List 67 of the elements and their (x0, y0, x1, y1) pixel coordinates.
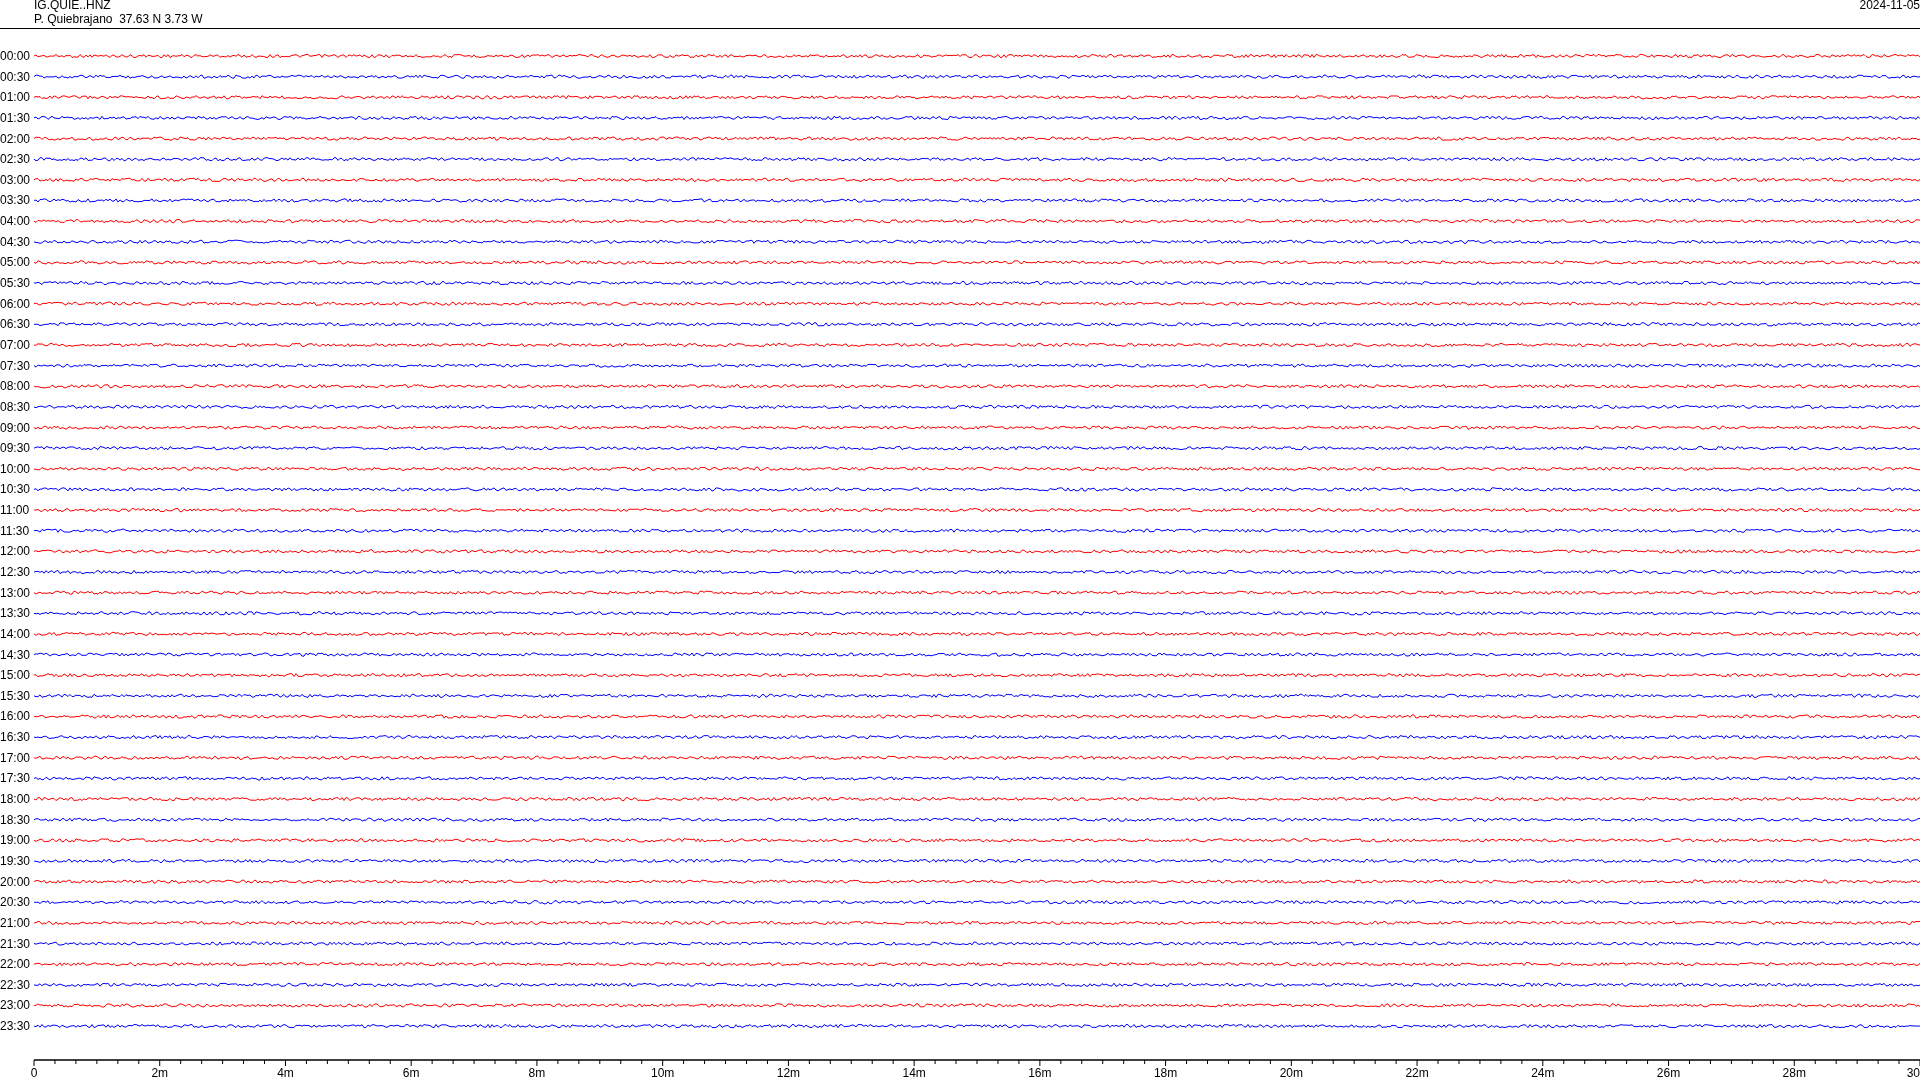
time-label: 10:30 (0, 482, 31, 497)
time-label: 19:00 (0, 833, 31, 848)
axis-label: 6m (402, 1066, 420, 1079)
time-label: 05:00 (0, 255, 31, 270)
time-label: 01:30 (0, 110, 31, 125)
time-label: 19:30 (0, 853, 31, 868)
time-label: 11:30 (0, 523, 30, 538)
time-label: 13:30 (0, 606, 31, 621)
time-label: 17:30 (0, 771, 31, 786)
time-label: 18:30 (0, 812, 31, 827)
time-label: 08:00 (0, 379, 31, 394)
time-label: 06:30 (0, 317, 31, 332)
axis-label: 12m (776, 1066, 801, 1079)
time-label: 21:30 (0, 936, 31, 951)
time-label: 05:30 (0, 276, 31, 291)
time-label: 22:00 (0, 957, 31, 972)
time-label: 21:00 (0, 915, 31, 930)
time-label: 01:00 (0, 90, 31, 105)
time-label: 03:30 (0, 193, 31, 208)
time-label: 15:00 (0, 668, 31, 683)
time-label: 06:00 (0, 296, 31, 311)
time-label: 09:30 (0, 441, 31, 456)
time-label: 20:00 (0, 874, 31, 889)
time-label: 22:30 (0, 977, 31, 992)
axis-label: 22m (1405, 1066, 1429, 1079)
axis-label: 8m (528, 1066, 546, 1079)
time-label: 07:00 (0, 337, 31, 352)
axis-label: 24m (1531, 1066, 1555, 1079)
station-location: P. Quiebrajano 37.63 N 3.73 W (34, 12, 203, 26)
axis-label: 2m (151, 1066, 169, 1079)
time-label: 11:00 (0, 503, 30, 518)
time-label: 23:30 (0, 1019, 31, 1034)
time-label: 14:00 (0, 626, 31, 641)
axis-label: 30 (1906, 1066, 1920, 1079)
axis-label: 26m (1656, 1066, 1681, 1079)
time-label: 07:30 (0, 358, 31, 373)
time-label: 23:00 (0, 998, 31, 1013)
time-label: 00:30 (0, 69, 31, 84)
time-label: 16:30 (0, 730, 31, 745)
time-label: 17:00 (0, 750, 31, 765)
time-label: 12:30 (0, 565, 31, 579)
axis-label: 16m (1028, 1066, 1052, 1079)
axis-label: 18m (1153, 1066, 1178, 1079)
time-label: 04:00 (0, 214, 31, 229)
axis-label: 10m (651, 1066, 675, 1079)
axis-label: 28m (1782, 1066, 1806, 1079)
time-label: 02:30 (0, 152, 31, 167)
time-label: 10:00 (0, 461, 31, 476)
date-label: 2024-11-05 (1859, 0, 1920, 14)
time-label: 16:00 (0, 709, 31, 724)
time-label: 14:30 (0, 647, 31, 662)
time-label: 12:00 (0, 544, 31, 559)
axis-label: 14m (902, 1066, 926, 1079)
axis-label: 4m (277, 1066, 294, 1079)
time-label: 04:30 (0, 234, 31, 249)
time-label: 15:30 (0, 688, 31, 703)
axis-label: 0 (30, 1066, 38, 1079)
time-label: 08:30 (0, 399, 31, 414)
time-label: 09:00 (0, 420, 31, 435)
axis-label: 20m (1279, 1066, 1303, 1079)
station-code: IG.QUIE..HNZ (34, 0, 112, 12)
time-label: 20:30 (0, 895, 31, 910)
time-label: 00:00 (0, 49, 31, 63)
time-label: 02:00 (0, 131, 31, 146)
time-label: 13:00 (0, 585, 31, 600)
time-label: 03:00 (0, 172, 31, 187)
time-label: 18:00 (0, 792, 31, 807)
